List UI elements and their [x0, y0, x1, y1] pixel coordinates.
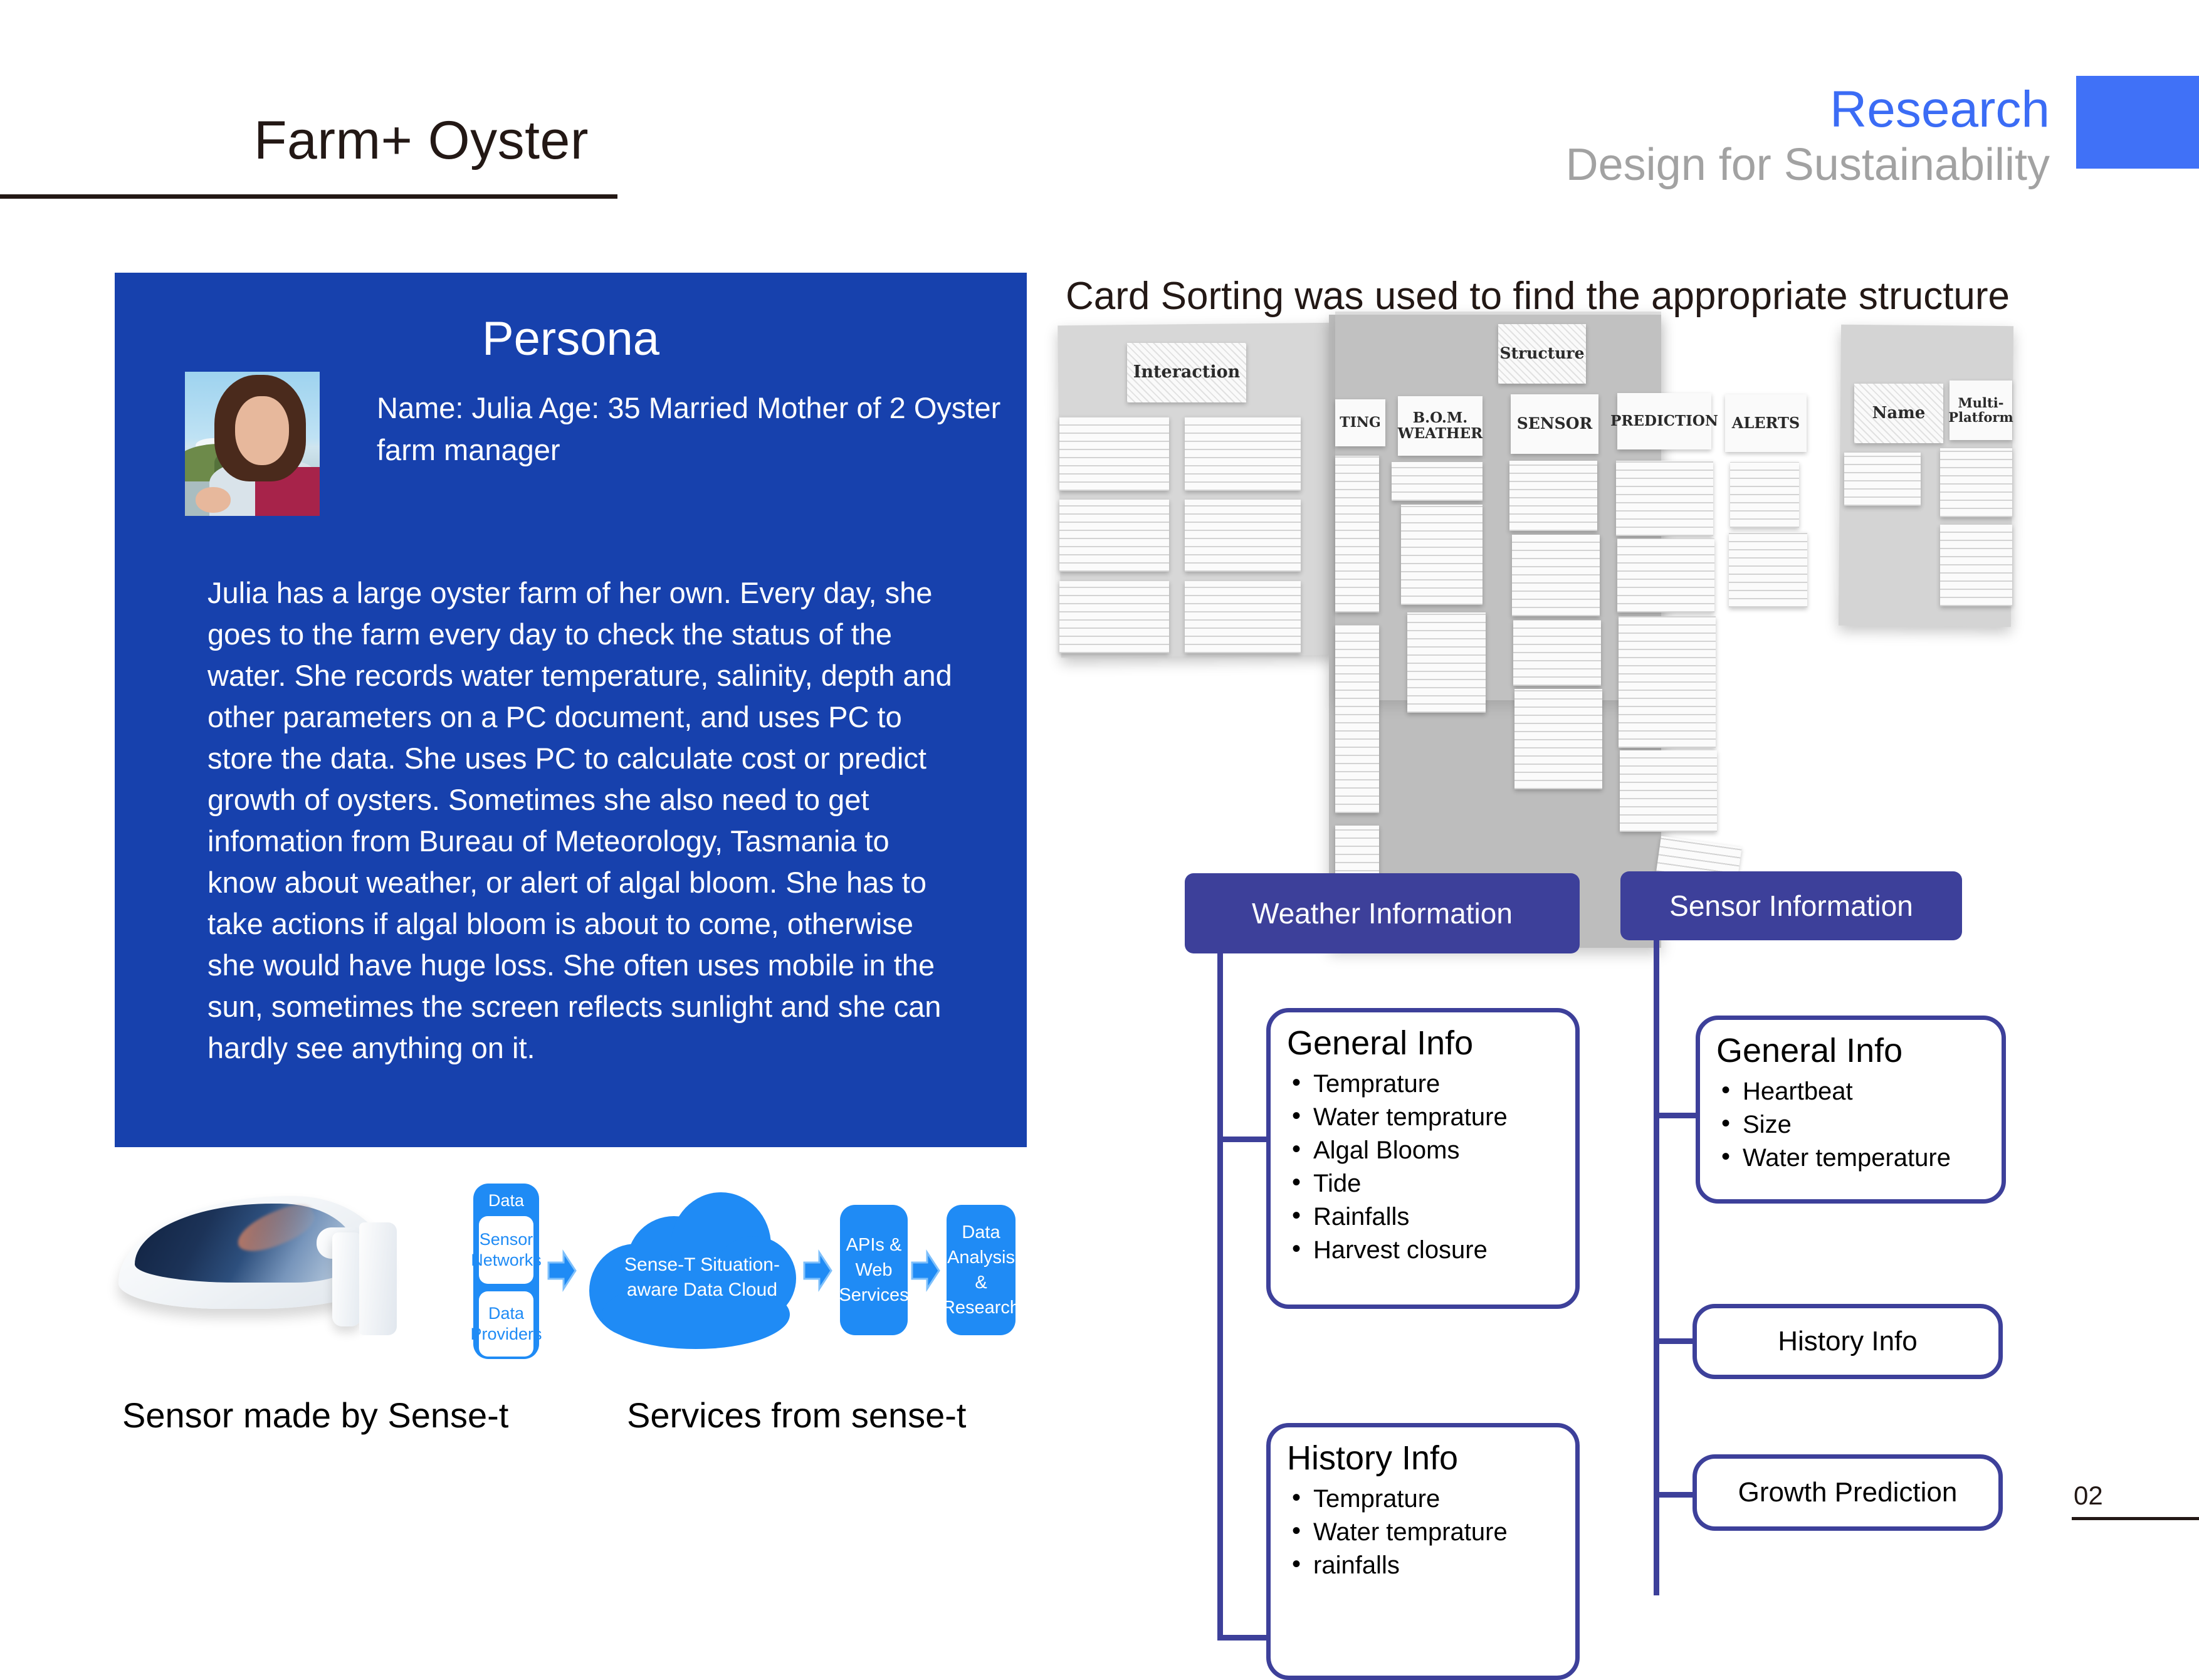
sticky-note-structure: Structure [1498, 324, 1586, 384]
photo-face [234, 396, 289, 466]
sticky-note-alerts: ALERTS [1725, 394, 1807, 452]
flow-data-analysis-research: Data Analysis & Research [942, 1205, 1020, 1335]
list-item: Temprature [1287, 1066, 1559, 1101]
information-structure-diagram: Weather Information Sensor Information G… [1178, 865, 2025, 1680]
list-item: Water temperature [1716, 1140, 1985, 1175]
header-research-label: Research [1830, 81, 2050, 138]
sticky-note-handwritten: . [1617, 538, 1714, 612]
node-weather-information[interactable]: Weather Information [1185, 873, 1580, 953]
list-item: Temprature [1287, 1481, 1559, 1516]
persona-heading: Persona [481, 312, 660, 365]
persona-portrait-photo [185, 372, 320, 516]
device-mount-bracket [359, 1222, 397, 1335]
page-title: Farm+ Oyster [254, 110, 589, 171]
sticky-note-interaction: Interaction [1127, 343, 1246, 402]
caption-sensor: Sensor made by Sense-t [122, 1395, 509, 1435]
sticky-note-handwritten: . [1059, 581, 1169, 653]
card-title: History Info [1287, 1439, 1459, 1477]
sticky-note-handwritten: . [1401, 505, 1483, 605]
header-subtitle: Design for Sustainability [1565, 140, 2050, 190]
sticky-note-prediction: PREDICTION [1610, 393, 1718, 449]
list-item: Tide [1287, 1166, 1559, 1200]
sticky-note-sensor: SENSOR [1511, 394, 1598, 454]
flow-arrow-icon [910, 1249, 941, 1293]
sticky-note-handwritten: . [1729, 532, 1807, 607]
node-sensor-history-info[interactable]: History Info [1693, 1304, 2003, 1379]
persona-facts: Name: Julia Age: 35 Married Mother of 2 … [377, 391, 1001, 466]
flow-arrow-icon [546, 1249, 577, 1293]
sticky-note-handwritten: . [1059, 417, 1169, 491]
page-number: 02 [2074, 1481, 2103, 1510]
connector-sensor-general [1654, 1113, 1701, 1118]
sticky-note-handwritten: . [1844, 453, 1921, 506]
sticky-note-handwritten: . [1512, 535, 1600, 616]
list-item: Algal Blooms [1287, 1133, 1559, 1167]
footer-divider [2072, 1517, 2199, 1520]
sticky-note-handwritten: . [1616, 461, 1713, 536]
sticky-note-handwritten: . [1940, 448, 2012, 517]
sticky-note-multi-platform: Multi-Platform [1948, 381, 2013, 440]
list-item: Water temprature [1287, 1100, 1559, 1134]
node-sensor-growth-prediction[interactable]: Growth Prediction [1693, 1454, 2003, 1531]
sticky-note-handwritten: . [1185, 417, 1301, 491]
persona-story: Julia has a large oyster farm of her own… [207, 576, 952, 1064]
card-title: General Info [1716, 1032, 1903, 1069]
card-sorting-photo: Interaction Structure TING B.O.M. WEATHE… [1058, 312, 2014, 948]
flow-arrow-icon [802, 1249, 833, 1293]
list-item: Size [1716, 1107, 1985, 1142]
flow-sensor-networks: Sensor Networks [471, 1216, 542, 1284]
sticky-note-bom-weather: B.O.M. WEATHER [1398, 396, 1483, 456]
sticky-note-handwritten: . [1335, 456, 1379, 612]
list-item: Harvest closure [1287, 1232, 1559, 1267]
node-weather-general-info[interactable]: General Info Temprature Water temprature… [1266, 1008, 1580, 1309]
sticky-note-handwritten: . [1514, 689, 1602, 789]
node-weather-history-info[interactable]: History Info Temprature Water temprature… [1266, 1423, 1580, 1680]
title-divider [0, 194, 617, 199]
photo-hand-with-oysters [196, 487, 231, 513]
node-sensor-information[interactable]: Sensor Information [1620, 871, 1962, 940]
device-screen-reflection [231, 1198, 320, 1259]
flow-cloud-label: Sense-T Situation-aware Data Cloud [624, 1254, 780, 1300]
sticky-note-handwritten: . [1335, 625, 1379, 813]
sticky-note-ting: TING [1335, 399, 1385, 446]
sensor-device-photo [110, 1179, 461, 1367]
connector-sensor-history [1654, 1338, 1698, 1344]
card-list: Temprature Water temprature Algal Blooms… [1287, 1066, 1559, 1267]
connector-weather-history [1217, 1635, 1271, 1641]
list-item: Rainfalls [1287, 1199, 1559, 1234]
connector-weather-trunk [1217, 953, 1223, 1640]
sticky-note-handwritten: . [1513, 620, 1601, 686]
sticky-note-handwritten: . [1407, 612, 1486, 713]
flow-data-providers: Data Providers [470, 1291, 542, 1357]
card-list: Temprature Water temprature rainfalls [1287, 1481, 1559, 1582]
flow-data-group: Data Sensor Networks Data Providers [470, 1184, 542, 1359]
sticky-note-handwritten: . [1059, 500, 1169, 572]
list-item: Water temprature [1287, 1515, 1559, 1549]
sticky-note-handwritten: . [1185, 500, 1301, 572]
card-title: General Info [1287, 1024, 1474, 1062]
sticky-note-handwritten: . [1940, 525, 2012, 606]
device-arm [332, 1232, 361, 1326]
sticky-note-handwritten: . [1509, 461, 1597, 531]
persona-panel: Persona Name: Julia Age: 35 Married Moth… [115, 273, 1027, 1147]
flow-apis-web-services: APIs & Web Services [839, 1205, 909, 1335]
list-item: Heartbeat [1716, 1074, 1985, 1108]
sticky-note-handwritten: . [1620, 750, 1717, 832]
flow-cloud: Sense-T Situation-aware Data Cloud [589, 1192, 796, 1349]
sticky-note-handwritten: . [1619, 616, 1716, 748]
sticky-note-handwritten: . [1730, 462, 1799, 528]
connector-sensor-growth [1654, 1492, 1698, 1498]
sense-t-flow-diagram: Data Sensor Networks Data Providers Sens… [467, 1179, 1219, 1367]
card-list: Heartbeat Size Water temperature [1716, 1074, 1985, 1175]
list-item: rainfalls [1287, 1548, 1559, 1582]
slide-header: Farm+ Oyster Research Design for Sustain… [0, 0, 2199, 207]
sticky-note-name: Name [1854, 384, 1943, 443]
connector-weather-general [1217, 1137, 1271, 1142]
caption-services: Services from sense-t [627, 1395, 967, 1435]
flow-data-label: Data [488, 1191, 525, 1210]
header-accent-block [2076, 76, 2199, 169]
sticky-note-handwritten: . [1185, 581, 1301, 653]
node-sensor-general-info[interactable]: General Info Heartbeat Size Water temper… [1696, 1016, 2006, 1204]
sticky-note-handwritten: . [1392, 462, 1483, 501]
